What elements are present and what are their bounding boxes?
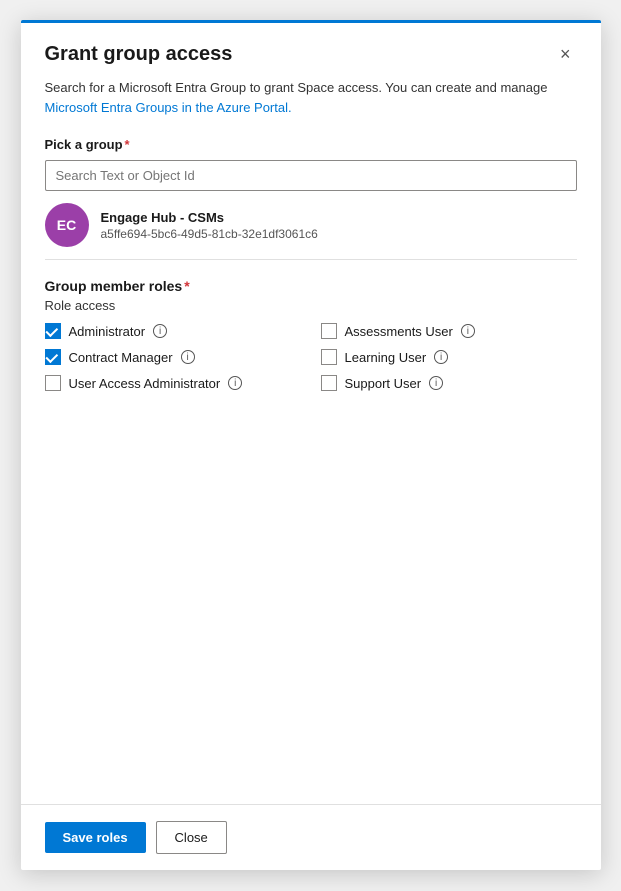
role-access-label: Role access: [45, 298, 577, 313]
info-icon-administrator: i: [153, 324, 167, 338]
role-item-support-user: Support User i: [321, 375, 577, 391]
modal-header: Grant group access ×: [21, 23, 601, 78]
checkbox-learning-user[interactable]: [321, 349, 337, 365]
checkbox-user-access-admin[interactable]: [45, 375, 61, 391]
info-icon-support-user: i: [429, 376, 443, 390]
selected-group-item: EC Engage Hub - CSMs a5ffe694-5bc6-49d5-…: [45, 191, 577, 260]
modal-footer: Save roles Close: [21, 804, 601, 870]
role-label-assessments-user: Assessments User: [345, 324, 453, 339]
roles-grid: AdministratoriAssessments UseriContract …: [45, 323, 577, 391]
info-icon-assessments-user: i: [461, 324, 475, 338]
description-text: Search for a Microsoft Entra Group to gr…: [45, 78, 577, 117]
azure-portal-link[interactable]: Microsoft Entra Groups in the Azure Port…: [45, 100, 292, 115]
info-icon-user-access-admin: i: [228, 376, 242, 390]
info-icon-learning-user: i: [434, 350, 448, 364]
role-item-assessments-user: Assessments User i: [321, 323, 577, 339]
grant-group-access-modal: Grant group access × Search for a Micros…: [21, 20, 601, 870]
search-input[interactable]: [45, 160, 577, 191]
group-info: Engage Hub - CSMs a5ffe694-5bc6-49d5-81c…: [101, 210, 318, 241]
pick-group-label: Pick a group*: [45, 137, 577, 152]
role-item-learning-user: Learning User i: [321, 349, 577, 365]
group-id: a5ffe694-5bc6-49d5-81cb-32e1df3061c6: [101, 227, 318, 241]
role-label-administrator: Administrator: [69, 324, 146, 339]
role-label-support-user: Support User: [345, 376, 422, 391]
role-item-administrator: Administrator i: [45, 323, 301, 339]
checkbox-administrator[interactable]: [45, 323, 61, 339]
close-icon-button[interactable]: ×: [554, 43, 577, 65]
checkbox-support-user[interactable]: [321, 375, 337, 391]
group-avatar: EC: [45, 203, 89, 247]
role-label-learning-user: Learning User: [345, 350, 427, 365]
save-roles-button[interactable]: Save roles: [45, 822, 146, 853]
checkbox-contract-manager[interactable]: [45, 349, 61, 365]
checkbox-assessments-user[interactable]: [321, 323, 337, 339]
modal-body: Search for a Microsoft Entra Group to gr…: [21, 78, 601, 804]
modal-title: Grant group access: [45, 43, 233, 66]
info-icon-contract-manager: i: [181, 350, 195, 364]
role-label-contract-manager: Contract Manager: [69, 350, 173, 365]
role-label-user-access-admin: User Access Administrator: [69, 376, 221, 391]
close-button[interactable]: Close: [156, 821, 227, 854]
roles-section: Group member roles* Role access Administ…: [45, 278, 577, 391]
group-name: Engage Hub - CSMs: [101, 210, 318, 225]
roles-title: Group member roles*: [45, 278, 577, 294]
role-item-user-access-admin: User Access Administrator i: [45, 375, 301, 391]
role-item-contract-manager: Contract Manager i: [45, 349, 301, 365]
